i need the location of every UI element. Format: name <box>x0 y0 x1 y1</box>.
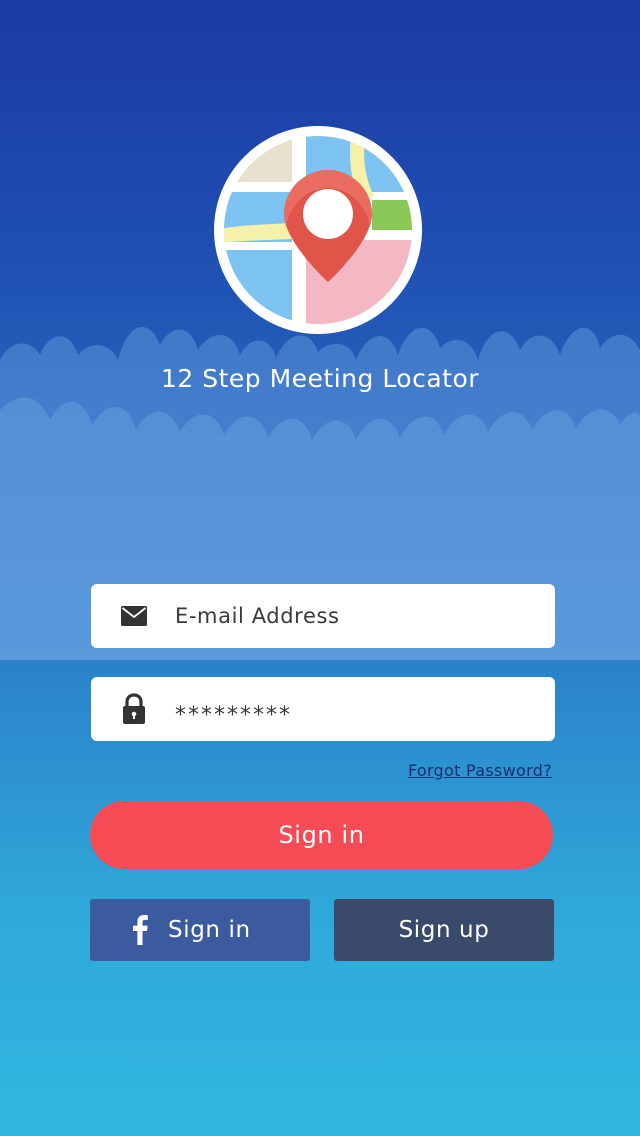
forgot-password-link[interactable]: Forgot Password? <box>408 761 552 780</box>
password-input[interactable] <box>175 683 535 747</box>
password-field-container <box>91 677 555 747</box>
sign-in-button[interactable]: Sign in <box>90 801 553 869</box>
envelope-icon <box>119 584 149 648</box>
lock-icon <box>119 677 149 741</box>
facebook-sign-in-button[interactable]: Sign in <box>90 899 310 961</box>
sign-up-button[interactable]: Sign up <box>334 899 554 961</box>
email-input[interactable] <box>175 584 535 648</box>
map-pin-logo <box>214 126 422 334</box>
app-title: 12 Step Meeting Locator <box>160 364 480 393</box>
facebook-icon <box>132 915 150 945</box>
facebook-sign-in-label: Sign in <box>168 917 251 943</box>
email-field-container <box>91 584 555 648</box>
